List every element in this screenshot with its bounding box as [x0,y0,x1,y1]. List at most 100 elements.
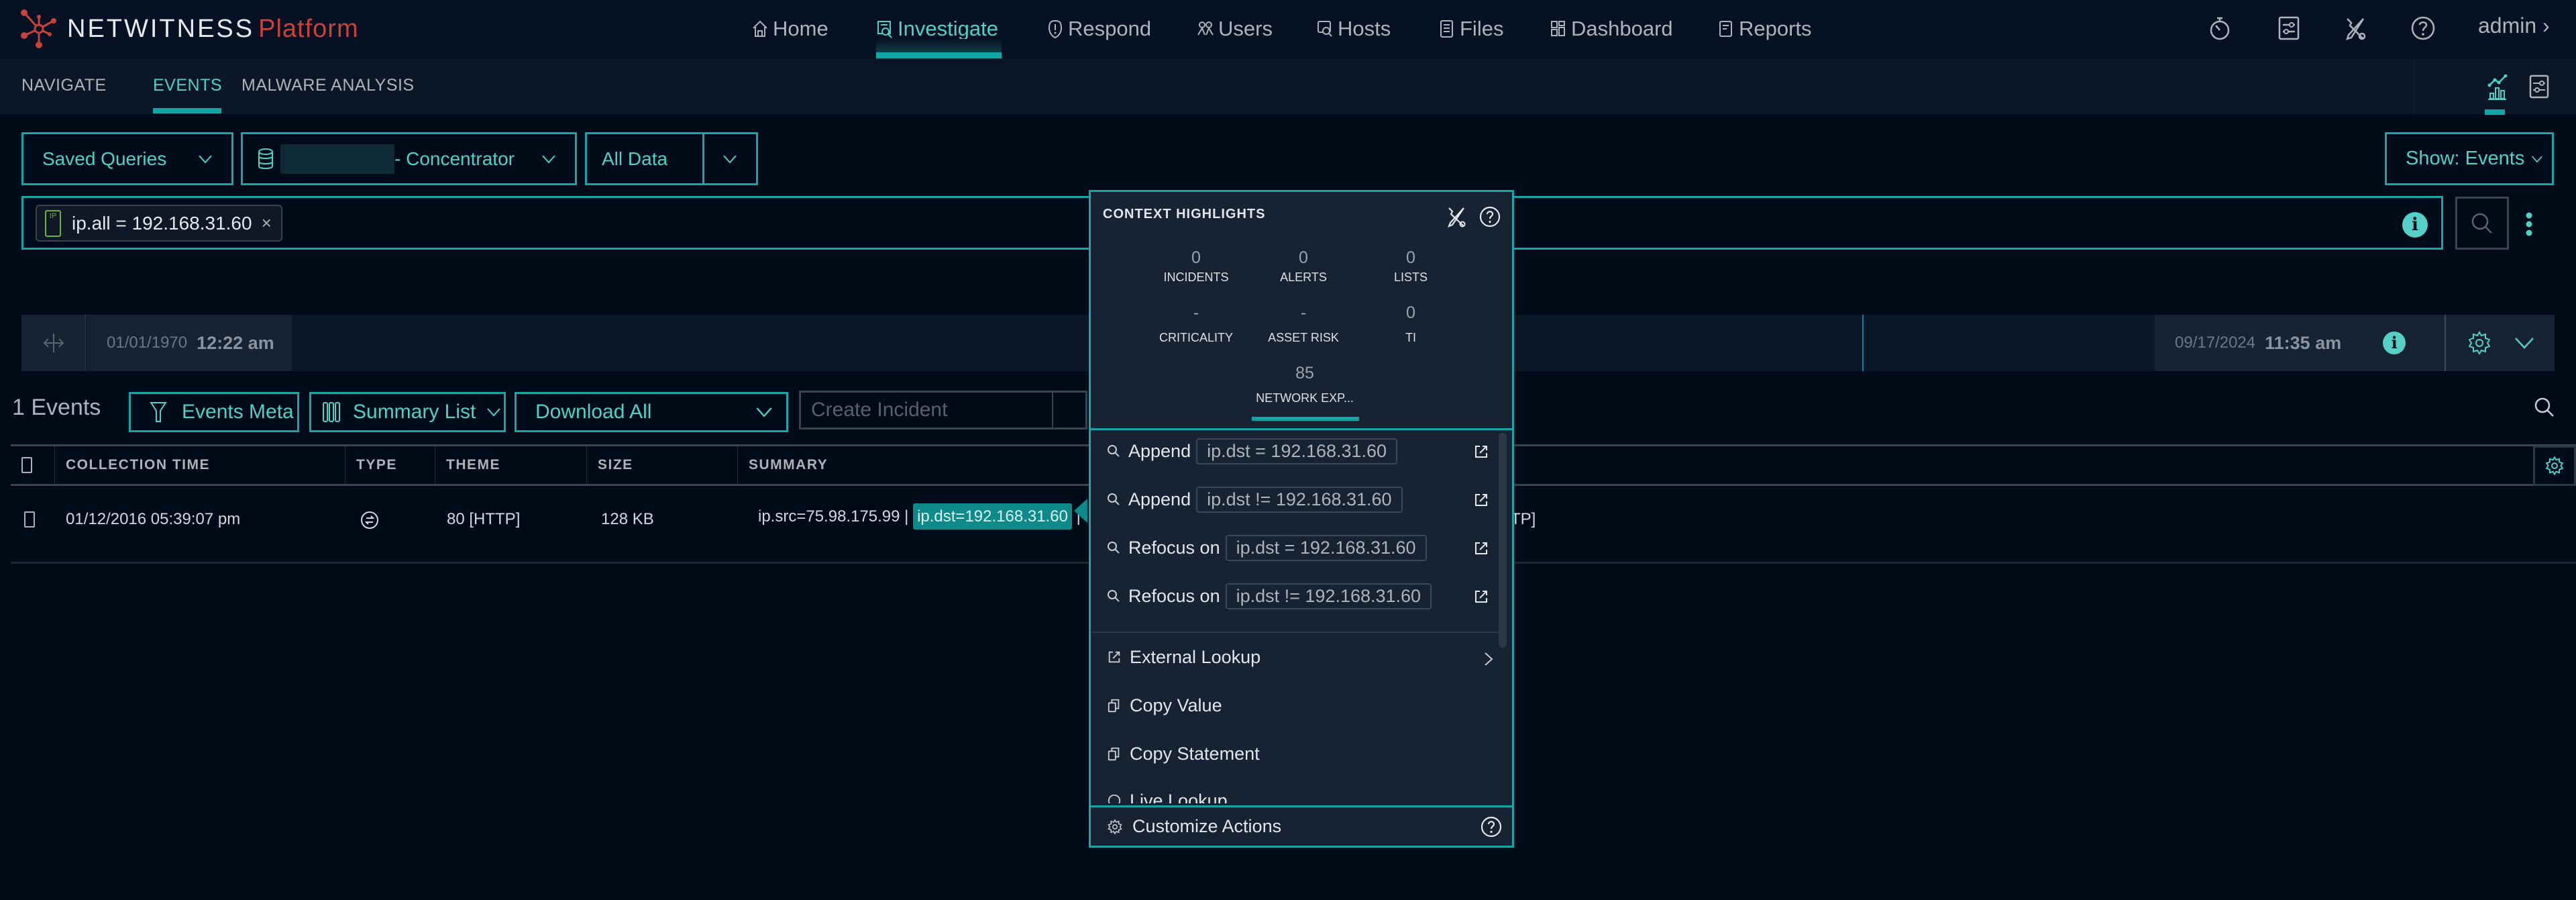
nav-hosts-label: Hosts [1338,17,1391,40]
network-icon [361,511,378,529]
close-icon[interactable]: × [262,213,272,234]
query-pill[interactable]: IP ip.all = 192.168.31.60 × [36,205,282,242]
download-all-dropdown[interactable]: Download All [515,392,788,432]
action-append-equals[interactable]: Append ip.dst = 192.168.31.60 [1107,436,1398,466]
column-settings-button[interactable] [2533,446,2576,486]
stat-lists[interactable]: 0 LISTS [1350,248,1471,285]
stat-value: - [1193,303,1199,322]
user-menu[interactable]: admin › [2478,13,2550,38]
nav-reports[interactable]: Reports [1717,12,1812,46]
summary-ip-src[interactable]: ip.src=75.98.175.99 | [758,507,908,526]
info-icon[interactable]: i [2402,212,2428,238]
size-cell: 128 KB [601,510,654,528]
summary-ip-dst-highlighted[interactable]: ip.dst=192.168.31.60 [913,503,1072,530]
stopwatch-icon[interactable] [2206,15,2233,42]
settings-sliders-icon[interactable] [2529,74,2549,99]
nav-home[interactable]: Home [751,12,828,46]
row-checkbox[interactable] [24,511,35,528]
nav-respond[interactable]: Respond [1046,12,1151,46]
chevron-down-icon[interactable] [2514,336,2534,350]
select-all-checkbox[interactable] [21,457,32,473]
tab-navigate[interactable]: NAVIGATE [21,76,107,95]
nav-hosts[interactable]: Hosts [1316,12,1391,46]
create-incident-dropdown[interactable]: Create Incident [799,391,1087,430]
external-link-icon[interactable] [1473,492,1489,508]
netwitness-logo[interactable]: NETWITNESS Platform [19,5,359,52]
nav-users[interactable]: Users [1197,12,1273,46]
more-options-icon[interactable] [2521,211,2537,238]
search-icon [1108,493,1120,505]
column-header-summary[interactable]: SUMMARY [738,446,2482,484]
customize-actions-button[interactable]: Customize Actions [1091,805,1512,846]
stat-label: INCIDENTS [1163,270,1229,284]
chevron-down-icon [723,154,737,163]
column-header-type[interactable]: TYPE [345,446,435,484]
summary-list-dropdown[interactable]: Summary List [309,392,506,432]
show-events-dropdown[interactable]: Show: Events [2385,132,2554,185]
chart-icon[interactable] [2487,74,2512,100]
action-verb: Append [1128,440,1191,461]
help-icon[interactable] [1479,205,1501,228]
service-label: - Concentrator [394,148,515,169]
help-icon[interactable] [1480,815,1503,838]
menu-label: Copy Statement [1130,743,1260,764]
nav-users-label: Users [1218,17,1273,40]
service-dropdown[interactable]: - Concentrator [241,132,577,185]
menu-external-lookup[interactable]: External Lookup [1107,642,1493,672]
action-statement: ip.dst != 192.168.31.60 [1196,486,1403,513]
external-link-icon[interactable] [1473,589,1489,605]
menu-live-lookup[interactable]: Live Lookup [1107,786,1228,803]
search-icon [1108,542,1120,554]
menu-label: Live Lookup [1130,790,1228,804]
action-refocus-not-equals[interactable]: Refocus on ip.dst != 192.168.31.60 [1107,581,1432,611]
subnav-right-panel [2414,60,2576,115]
menu-copy-value[interactable]: Copy Value [1107,691,1222,720]
stat-label: CRITICALITY [1159,331,1233,344]
nav-dashboard[interactable]: Dashboard [1550,12,1673,46]
saved-queries-dropdown[interactable]: Saved Queries [21,132,233,185]
nav-files[interactable]: Files [1438,12,1503,46]
column-header-size[interactable]: SIZE [587,446,738,484]
info-icon[interactable]: i [2383,332,2406,354]
stat-criticality[interactable]: - CRITICALITY [1136,303,1256,345]
tab-active-underline [153,108,221,113]
stat-network-exposure[interactable]: 85 NETWORK EXP... [1244,364,1365,405]
timeline-end[interactable]: 09/17/2024 11:35 am i [2155,315,2445,371]
stat-alerts[interactable]: 0 ALERTS [1243,248,1364,285]
tools-icon[interactable] [1445,205,1468,228]
stat-value: 0 [1299,248,1308,267]
split-divider [702,134,704,183]
time-range-label: All Data [602,148,668,169]
resize-horizontal-icon [43,334,64,352]
timeline-marker [1862,315,1864,371]
settings-sliders-icon[interactable] [2275,15,2302,42]
nav-files-label: Files [1460,17,1504,40]
menu-copy-statement[interactable]: Copy Statement [1107,739,1260,768]
external-link-icon[interactable] [1473,444,1489,460]
search-icon[interactable] [2533,396,2556,419]
stat-incidents[interactable]: 0 INCIDENTS [1136,248,1256,285]
timeline-expand-handle[interactable] [21,315,86,371]
scrollbar[interactable] [1499,433,1507,648]
search-button[interactable] [2455,197,2509,250]
tab-malware-analysis[interactable]: MALWARE ANALYSIS [241,76,415,95]
query-pill-text: ip.all = 192.168.31.60 [72,212,252,234]
stat-ti[interactable]: 0 TI [1350,303,1471,345]
tools-icon[interactable] [2342,15,2369,42]
tab-events[interactable]: EVENTS [153,76,222,95]
events-count: 1 Events [12,395,101,420]
events-meta-button[interactable]: Events Meta [129,392,299,432]
chevron-right-icon [1485,652,1493,666]
time-range-dropdown[interactable]: All Data [585,132,758,185]
timeline-start[interactable]: 01/01/1970 12:22 am [87,315,292,371]
help-icon[interactable] [2410,15,2436,42]
stat-asset-risk[interactable]: - ASSET RISK [1243,303,1364,345]
external-link-icon[interactable] [1473,540,1489,556]
action-append-not-equals[interactable]: Append ip.dst != 192.168.31.60 [1107,484,1403,515]
column-header-theme[interactable]: THEME [435,446,587,484]
action-refocus-equals[interactable]: Refocus on ip.dst = 192.168.31.60 [1107,532,1427,563]
column-header-collection-time[interactable]: COLLECTION TIME [55,446,345,484]
gear-icon[interactable] [2467,330,2491,356]
summary-list-label: Summary List [353,401,476,423]
live-icon [1108,794,1121,803]
